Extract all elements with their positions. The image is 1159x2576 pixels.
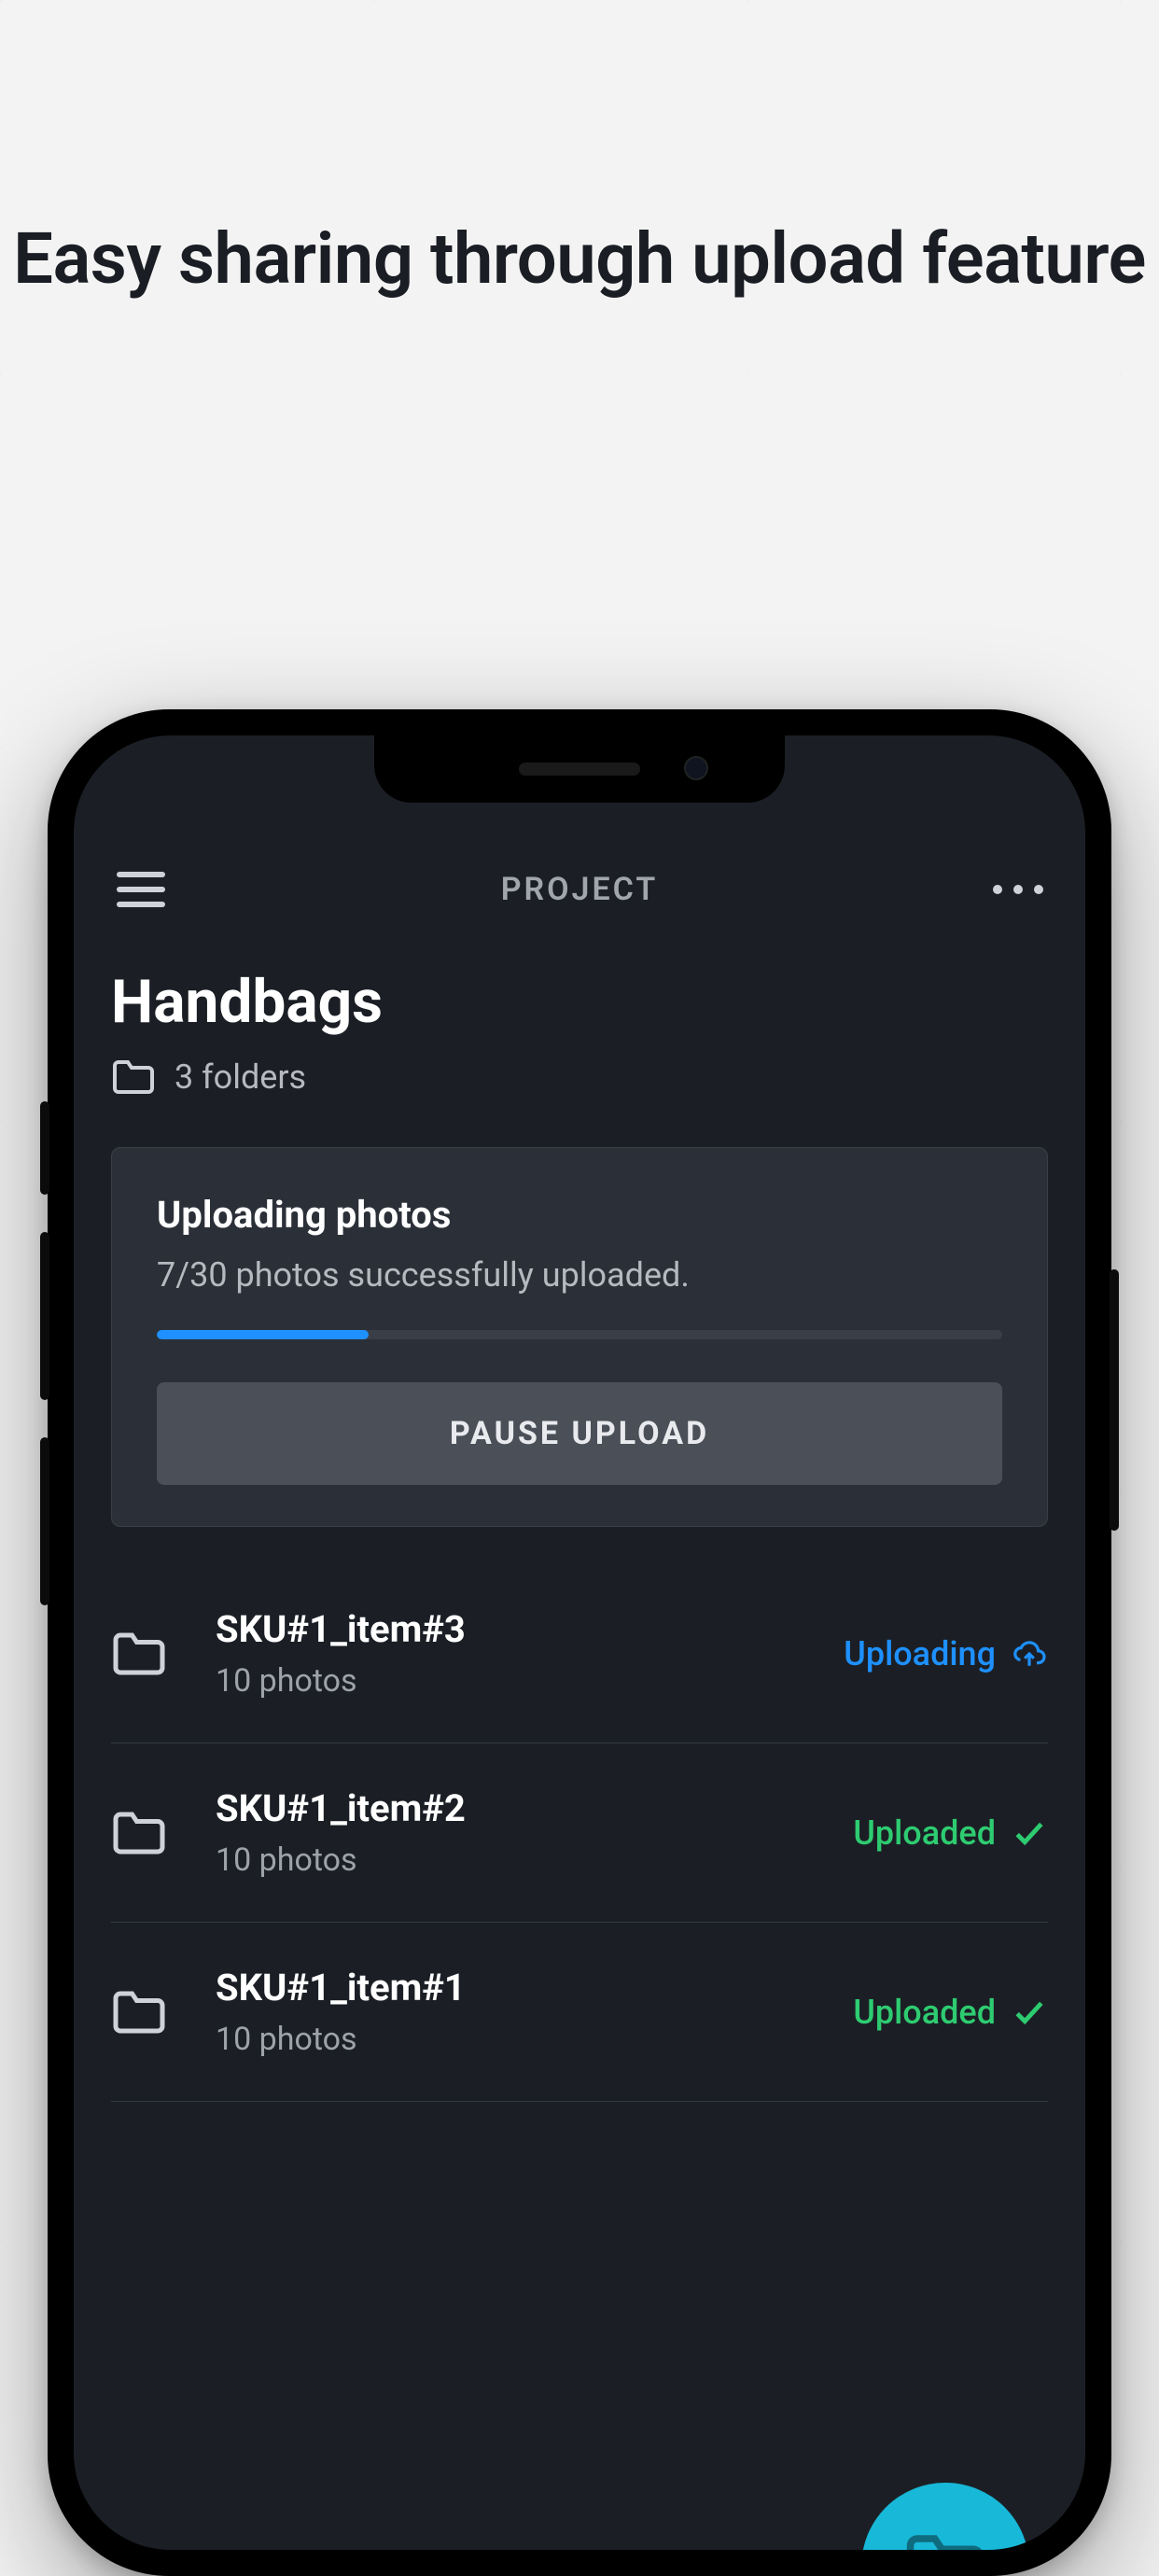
more-icon [993,885,1043,894]
marketing-heading: Easy sharing through upload feature [0,215,1159,303]
folder-icon [111,1810,182,1856]
phone-side-button [40,1437,49,1605]
phone-side-button [40,1101,49,1195]
folder-plus-icon [903,2531,987,2550]
phone-side-button [1110,1269,1119,1531]
list-item-text: SKU#1_item#2 10 photos [182,1786,853,1879]
phone-notch [374,735,785,803]
list-item[interactable]: SKU#1_item#2 10 photos Uploaded [111,1743,1048,1923]
folder-list: SKU#1_item#3 10 photos Uploading SKU#1_i… [111,1564,1048,2102]
upload-card: Uploading photos 7/30 photos successfull… [111,1147,1048,1527]
upload-progress [157,1330,1002,1339]
topbar: PROJECT [111,847,1048,931]
more-button[interactable] [988,860,1048,919]
item-count: 10 photos [216,1662,844,1700]
notch-camera [684,756,708,780]
list-item-text: SKU#1_item#1 10 photos [182,1966,853,2058]
upload-status: 7/30 photos successfully uploaded. [157,1255,1002,1295]
list-item[interactable]: SKU#1_item#1 10 photos Uploaded [111,1923,1048,2102]
item-status: Uploaded [853,1813,1048,1853]
folders-count-label: 3 folders [175,1057,306,1097]
status-label: Uploaded [853,1993,996,2032]
upload-progress-fill [157,1330,369,1339]
status-label: Uploading [844,1634,996,1673]
menu-button[interactable] [111,860,171,919]
project-meta: 3 folders [111,1057,1048,1097]
status-label: Uploaded [853,1813,996,1853]
item-count: 10 photos [216,1841,853,1879]
project-title: Handbags [111,967,1048,1037]
folder-icon [111,1058,156,1096]
phone-screen: PROJECT Handbags 3 folders Uploading pho… [74,735,1085,2550]
item-name: SKU#1_item#2 [216,1786,853,1830]
phone-side-button [40,1232,49,1400]
hamburger-icon [117,887,165,892]
pause-upload-button[interactable]: PAUSE UPLOAD [157,1382,1002,1485]
item-status: Uploaded [853,1993,1048,2032]
phone-mockup: PROJECT Handbags 3 folders Uploading pho… [48,709,1111,2576]
item-name: SKU#1_item#1 [216,1966,853,2009]
list-item[interactable]: SKU#1_item#3 10 photos Uploading [111,1564,1048,1743]
item-name: SKU#1_item#3 [216,1607,844,1651]
upload-title: Uploading photos [157,1193,1002,1237]
topbar-title: PROJECT [501,871,659,908]
item-status: Uploading [844,1634,1048,1673]
item-count: 10 photos [216,2021,853,2058]
check-icon [1011,1997,1048,2027]
app-root: PROJECT Handbags 3 folders Uploading pho… [74,735,1085,2550]
folder-icon [111,1989,182,2036]
check-icon [1011,1818,1048,1848]
folder-icon [111,1631,182,1677]
cloud-upload-icon [1011,1639,1048,1669]
notch-speaker [519,763,640,776]
fab-add-folder-button[interactable] [861,2483,1029,2550]
list-item-text: SKU#1_item#3 10 photos [182,1607,844,1700]
